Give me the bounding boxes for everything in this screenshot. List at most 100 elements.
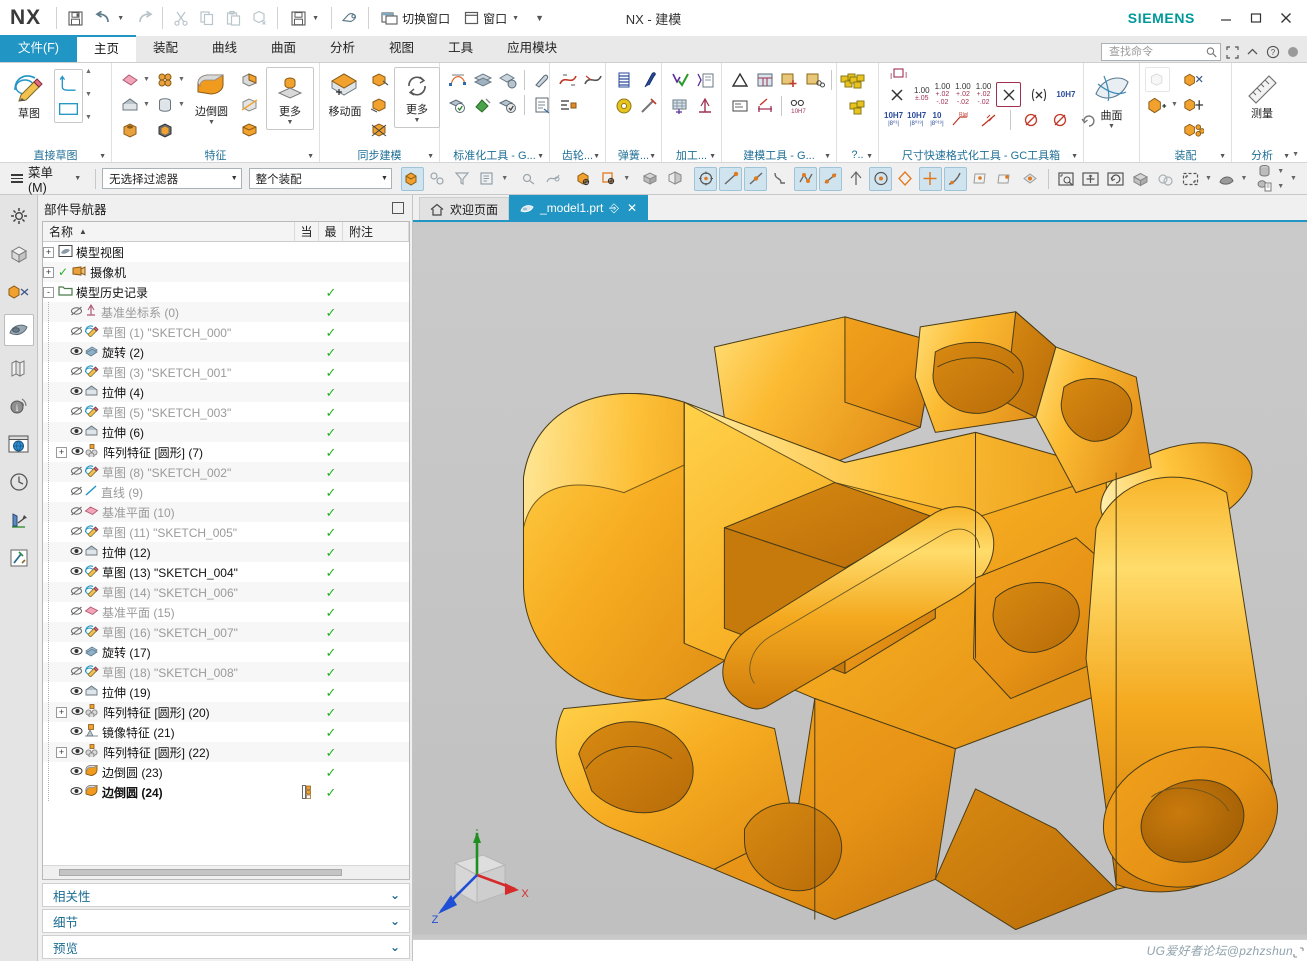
table-row[interactable]: 草图 (14) "SKETCH_006" ✓ bbox=[43, 582, 409, 602]
tol-1[interactable]: 1.00 ±.05 bbox=[914, 86, 930, 103]
switch-window-button[interactable]: 切换窗口 bbox=[374, 5, 457, 31]
snap-arc-center-icon[interactable] bbox=[869, 166, 892, 191]
close-button[interactable] bbox=[1273, 6, 1299, 30]
machining-template-icon[interactable] bbox=[692, 67, 717, 92]
tree-expander[interactable]: + bbox=[56, 706, 67, 718]
account-icon[interactable] bbox=[1284, 44, 1301, 61]
tree-item-name[interactable]: 草图 (3) "SKETCH_001" bbox=[43, 362, 295, 382]
table-row[interactable]: 直线 (9) ✓ bbox=[43, 482, 409, 502]
part-family-icon[interactable] bbox=[802, 67, 827, 92]
table-row[interactable]: 草图 (16) "SKETCH_007" ✓ bbox=[43, 622, 409, 642]
tree-item-name[interactable]: 基准平面 (10) bbox=[43, 502, 295, 522]
sketch-rectangle-icon[interactable] bbox=[56, 96, 81, 121]
chevron-down-icon[interactable]: ▼ bbox=[1170, 101, 1179, 108]
tab-view[interactable]: 视图 bbox=[372, 35, 431, 62]
pattern-feature-icon[interactable] bbox=[152, 67, 177, 92]
panel-dependencies[interactable]: 相关性 ⌄ bbox=[42, 883, 410, 907]
tab-tools[interactable]: 工具 bbox=[431, 35, 490, 62]
table-row[interactable]: 基准坐标系 (0) ✓ bbox=[43, 302, 409, 322]
paste-icon[interactable] bbox=[220, 5, 246, 31]
tree-item-name[interactable]: + 阵列特征 [圆形] (22) bbox=[43, 742, 295, 762]
fullscreen-icon[interactable] bbox=[1224, 44, 1241, 61]
minimize-button[interactable] bbox=[1213, 6, 1239, 30]
tree-item-name[interactable]: - 模型历史记录 bbox=[43, 284, 295, 301]
wireframe-render-icon[interactable] bbox=[1154, 167, 1177, 191]
table-row[interactable]: 边倒圆 (24) ✓ bbox=[43, 782, 409, 802]
select-general-objects-icon[interactable] bbox=[400, 166, 424, 191]
snap-curve-icon[interactable] bbox=[542, 167, 565, 191]
tab-curve[interactable]: 曲线 bbox=[195, 35, 254, 62]
group-dialog-launcher[interactable]: ▼ bbox=[307, 153, 314, 160]
offset-region-icon[interactable] bbox=[366, 92, 391, 117]
chevron-down-icon[interactable]: ▼ bbox=[142, 76, 151, 83]
spiral-spring-icon[interactable] bbox=[611, 93, 636, 118]
tree-item-name[interactable]: + ✓ 摄像机 bbox=[43, 264, 295, 281]
paste-special-icon[interactable] bbox=[246, 5, 272, 31]
tree-item-name[interactable]: + 阵列特征 [圆形] (20) bbox=[43, 702, 295, 722]
tree-item-name[interactable]: 拉伸 (6) bbox=[43, 422, 295, 442]
chevron-down-icon[interactable]: ▼ bbox=[1276, 183, 1285, 190]
shaded-body-icon[interactable] bbox=[639, 167, 662, 191]
chevron-down-icon[interactable]: ▼ bbox=[1108, 123, 1115, 130]
tree-expander[interactable]: - bbox=[43, 286, 54, 298]
chevron-down-icon[interactable]: ▼ bbox=[1204, 175, 1213, 182]
dimension-tool-icon[interactable] bbox=[752, 93, 777, 118]
dia-slash-icon[interactable] bbox=[1019, 107, 1044, 132]
table-row[interactable]: 镜像特征 (21) ✓ bbox=[43, 722, 409, 742]
move-face-button[interactable]: 移动面 bbox=[325, 67, 365, 122]
chevron-down-icon[interactable]: ▼ bbox=[500, 175, 509, 182]
tree-expander[interactable]: + bbox=[43, 266, 54, 278]
table-row[interactable]: + 阵列特征 [圆形] (22) ✓ bbox=[43, 742, 409, 762]
roles-rail[interactable] bbox=[4, 542, 34, 574]
chevron-down-icon[interactable]: ▼ bbox=[117, 15, 124, 22]
orient-view-icon[interactable] bbox=[1215, 167, 1238, 191]
tree-item-name[interactable]: 基准平面 (15) bbox=[43, 602, 295, 622]
tree-horizontal-scrollbar[interactable] bbox=[43, 865, 409, 879]
triangle-icon[interactable] bbox=[727, 67, 752, 92]
feature-tree[interactable]: + 模型视图 + ✓ 摄像机 - 模型历史记录 ✓ 基准坐标系 (0) ✓ 草图 (1) "SKET… bbox=[43, 242, 409, 865]
chevron-down-icon[interactable]: ▼ bbox=[312, 15, 319, 22]
tree-item-name[interactable]: 草图 (5) "SKETCH_003" bbox=[43, 402, 295, 422]
tree-expander[interactable]: + bbox=[56, 446, 67, 458]
machining-datum-icon[interactable] bbox=[692, 93, 717, 118]
snap-point-icon[interactable] bbox=[517, 167, 540, 191]
save-icon[interactable] bbox=[62, 5, 88, 31]
save-as-icon[interactable]: ▼ bbox=[283, 5, 326, 31]
group-dialog-launcher[interactable]: ▼ bbox=[99, 153, 106, 160]
sketch-button[interactable]: 草图 bbox=[5, 67, 53, 124]
dim-x-boxed-icon[interactable] bbox=[996, 82, 1022, 107]
tree-item-name[interactable]: 草图 (18) "SKETCH_008" bbox=[43, 662, 295, 682]
tolerance-10h7-icon[interactable]: 10H7 bbox=[786, 93, 811, 118]
tree-item-name[interactable]: + 模型视图 bbox=[43, 244, 295, 261]
tree-item-name[interactable]: 边倒圆 (23) bbox=[43, 762, 295, 782]
snap-control-point-icon[interactable] bbox=[844, 167, 867, 191]
tree-item-name[interactable]: 边倒圆 (24) bbox=[43, 782, 295, 802]
note-icon[interactable] bbox=[727, 93, 752, 118]
model-navigator-rail[interactable] bbox=[3, 314, 34, 346]
table-row[interactable]: - 模型历史记录 ✓ bbox=[43, 282, 409, 302]
sketch-more-arrows[interactable]: ▲ ▼ ▼ bbox=[84, 67, 93, 123]
table-row[interactable]: 草图 (3) "SKETCH_001" ✓ bbox=[43, 362, 409, 382]
datum-plane-icon[interactable] bbox=[117, 67, 142, 92]
table-row[interactable]: 边倒圆 (23) ✓ bbox=[43, 762, 409, 782]
select-face-icon[interactable] bbox=[597, 167, 620, 191]
delete-face-icon[interactable] bbox=[366, 117, 391, 142]
customize-quick-access-icon[interactable]: ▼ bbox=[526, 5, 552, 31]
spring-tool-icon[interactable] bbox=[636, 93, 661, 118]
tree-item-name[interactable]: 基准坐标系 (0) bbox=[43, 302, 295, 322]
tol-2[interactable]: 1.00 +.02 -.02 bbox=[935, 82, 951, 107]
tab-surface[interactable]: 曲面 bbox=[254, 35, 313, 62]
select-feature-icon[interactable] bbox=[426, 167, 449, 191]
pin-panel-button[interactable] bbox=[392, 202, 404, 214]
bevel-gear-icon[interactable] bbox=[580, 67, 605, 92]
menu-button[interactable]: 菜单(M) ▼ bbox=[3, 159, 89, 198]
graphics-window[interactable]: Y X Z bbox=[413, 220, 1307, 939]
leader2-icon[interactable] bbox=[977, 107, 1002, 132]
tab-welcome-page[interactable]: 欢迎页面 bbox=[419, 197, 510, 220]
group-dialog-launcher[interactable]: ▼ bbox=[1219, 153, 1226, 160]
chevron-down-icon[interactable]: ▼ bbox=[375, 175, 388, 182]
dim-x-icon[interactable] bbox=[884, 82, 909, 107]
fit-view-icon[interactable] bbox=[1055, 167, 1078, 191]
more-features-button[interactable]: 更多 ▼ bbox=[268, 69, 312, 128]
spur-gear-icon[interactable] bbox=[555, 67, 580, 92]
